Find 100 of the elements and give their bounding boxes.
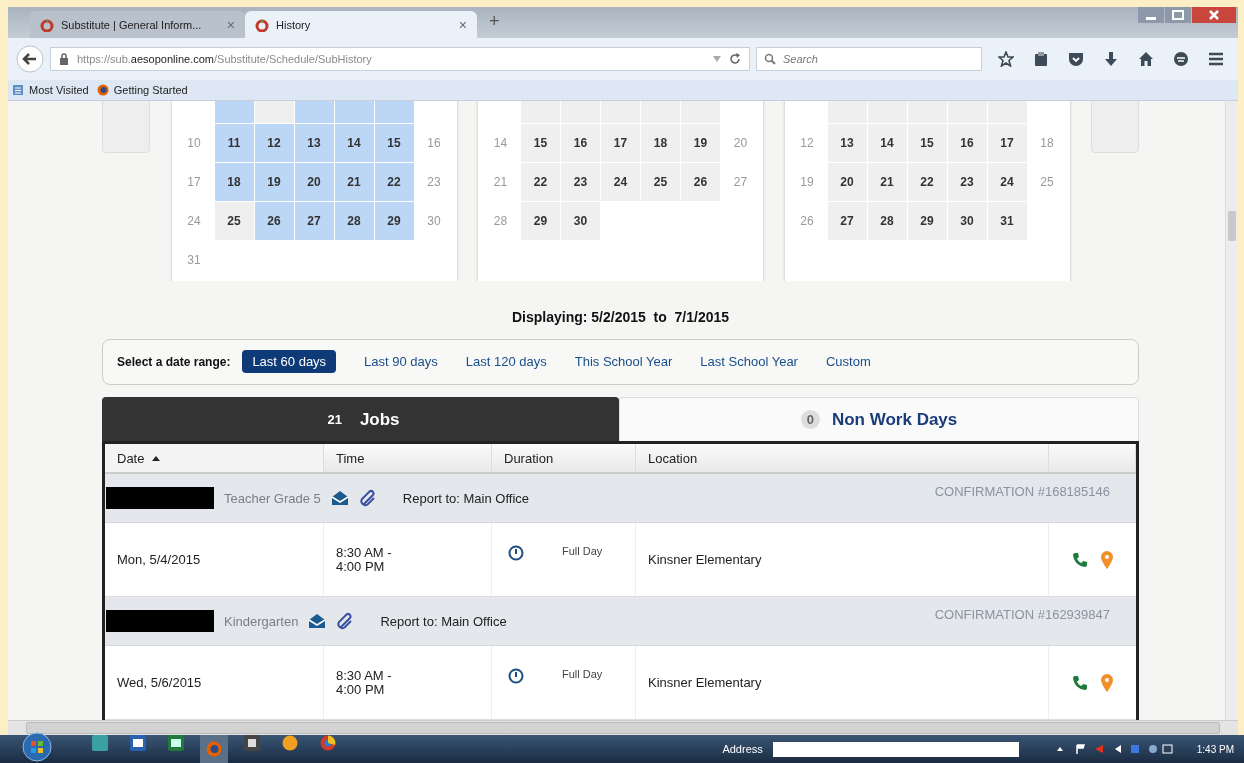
tab-count: 0: [800, 410, 820, 430]
vertical-scrollbar[interactable]: [1225, 101, 1238, 720]
download-icon[interactable]: [1103, 51, 1119, 67]
calendar-day[interactable]: 28: [334, 202, 374, 240]
calendar-day[interactable]: 27: [827, 202, 867, 240]
calendar-day[interactable]: 18: [214, 163, 254, 201]
address-toolbar-field[interactable]: [772, 741, 1019, 757]
star-icon[interactable]: [997, 51, 1014, 67]
clock-icon: [508, 545, 524, 561]
browser-tab[interactable]: History ×: [245, 11, 477, 38]
date-range-option[interactable]: Last School Year: [690, 350, 808, 374]
calendar-day[interactable]: 13: [827, 124, 867, 162]
paperclip-icon[interactable]: [358, 489, 377, 507]
calendar-day[interactable]: 19: [681, 124, 720, 162]
column-header[interactable]: Time: [324, 444, 492, 472]
address-field[interactable]: https://sub.aesoponline.com/Substitute/Schedule/SubHistory: [50, 47, 750, 71]
calendar-day[interactable]: 16: [947, 124, 987, 162]
calendar-day[interactable]: 31: [987, 202, 1027, 240]
back-icon[interactable]: [16, 45, 44, 73]
minimize-icon[interactable]: [1138, 7, 1164, 23]
calendar-day[interactable]: 19: [254, 163, 294, 201]
date-range-option[interactable]: Last 90 days: [354, 350, 448, 374]
column-header[interactable]: Date: [105, 444, 324, 472]
calendar-day[interactable]: 11: [214, 124, 254, 162]
envelope-icon[interactable]: [330, 490, 349, 506]
calendar-day[interactable]: 20: [827, 163, 867, 201]
calendar-day[interactable]: 22: [374, 163, 414, 201]
bookmark-item[interactable]: Most Visited: [12, 84, 89, 96]
dropdown-icon[interactable]: [713, 56, 721, 62]
calendar-day[interactable]: 15: [374, 124, 414, 162]
tab[interactable]: 21 Jobs: [102, 397, 619, 441]
calendar-day[interactable]: 25: [641, 163, 680, 201]
calendar-day[interactable]: 14: [867, 124, 907, 162]
menu-icon[interactable]: [1208, 51, 1225, 67]
calendar-day[interactable]: 22: [521, 163, 560, 201]
calendar-day[interactable]: 14: [334, 124, 374, 162]
location-cell: Kinsner Elementary: [648, 675, 762, 690]
calendar-day[interactable]: 28: [867, 202, 907, 240]
clipboard-icon[interactable]: [1032, 51, 1049, 67]
phone-icon[interactable]: [1072, 674, 1088, 691]
taskbar-app-icon[interactable]: [320, 735, 336, 751]
paperclip-icon[interactable]: [336, 612, 355, 630]
calendar-day[interactable]: 30: [947, 202, 987, 240]
calendar-day[interactable]: 20: [294, 163, 334, 201]
start-button-icon[interactable]: [22, 732, 52, 762]
calendar-day[interactable]: 25: [214, 202, 254, 240]
calendar-day[interactable]: 29: [374, 202, 414, 240]
browser-tab[interactable]: Substitute | General Inform... ×: [30, 11, 245, 38]
report-to-text: Report to: Main Office: [380, 613, 507, 629]
calendar-day[interactable]: 30: [561, 202, 600, 240]
clock-text: 1:43 PM: [1196, 743, 1234, 755]
taskbar-app-icon[interactable]: [244, 735, 260, 751]
calendar-day[interactable]: 27: [294, 202, 334, 240]
calendar-day[interactable]: 15: [907, 124, 947, 162]
date-range-option[interactable]: Last 120 days: [455, 350, 557, 374]
reload-icon[interactable]: [729, 53, 741, 65]
calendar-day[interactable]: 23: [947, 163, 987, 201]
calendar-day[interactable]: 24: [601, 163, 640, 201]
close-icon[interactable]: [1192, 7, 1236, 23]
map-pin-icon[interactable]: [1100, 672, 1114, 693]
close-tab-button[interactable]: ×: [458, 16, 467, 33]
calendar-day[interactable]: 29: [907, 202, 947, 240]
pocket-icon[interactable]: [1067, 51, 1084, 67]
map-pin-icon[interactable]: [1100, 549, 1114, 570]
taskbar-app-icon[interactable]: [282, 735, 298, 751]
phone-icon[interactable]: [1072, 551, 1088, 568]
new-tab-button[interactable]: +: [489, 11, 500, 32]
calendar-day[interactable]: 21: [867, 163, 907, 201]
address-label: Address: [722, 743, 763, 755]
calendar-day[interactable]: 17: [601, 124, 640, 162]
maximize-icon[interactable]: [1165, 7, 1191, 23]
horizontal-scrollbar[interactable]: [8, 720, 1238, 735]
calendar-day[interactable]: 21: [334, 163, 374, 201]
date-range-option[interactable]: This School Year: [564, 350, 683, 374]
calendar-day[interactable]: 29: [521, 202, 560, 240]
taskbar-app-icon[interactable]: [168, 735, 184, 751]
calendar-day[interactable]: 22: [907, 163, 947, 201]
calendar-day[interactable]: 12: [254, 124, 294, 162]
column-header[interactable]: Duration: [492, 444, 636, 472]
column-header[interactable]: Location: [636, 444, 1049, 472]
calendar-day[interactable]: 18: [641, 124, 680, 162]
calendar-day[interactable]: 26: [681, 163, 720, 201]
calendar-day[interactable]: 16: [561, 124, 600, 162]
search-field[interactable]: Search: [756, 47, 982, 71]
chat-icon[interactable]: [1173, 51, 1190, 67]
calendar-day[interactable]: 15: [521, 124, 560, 162]
list-icon: [12, 84, 24, 96]
envelope-icon[interactable]: [308, 613, 327, 629]
calendar-day[interactable]: 13: [294, 124, 334, 162]
duration-text: Full Day: [562, 545, 603, 557]
taskbar-app-icon[interactable]: [130, 735, 146, 751]
calendar-day[interactable]: 26: [254, 202, 294, 240]
date-range-option[interactable]: Custom: [815, 350, 881, 374]
bookmark-item[interactable]: Getting Started: [96, 84, 188, 96]
calendar-day[interactable]: 23: [561, 163, 600, 201]
calendar-day[interactable]: 24: [987, 163, 1027, 201]
date-range-option[interactable]: Last 60 days: [242, 350, 337, 374]
home-icon[interactable]: [1138, 51, 1155, 67]
calendar-day[interactable]: 17: [987, 124, 1027, 162]
tab[interactable]: 0 Non Work Days: [619, 397, 1139, 441]
